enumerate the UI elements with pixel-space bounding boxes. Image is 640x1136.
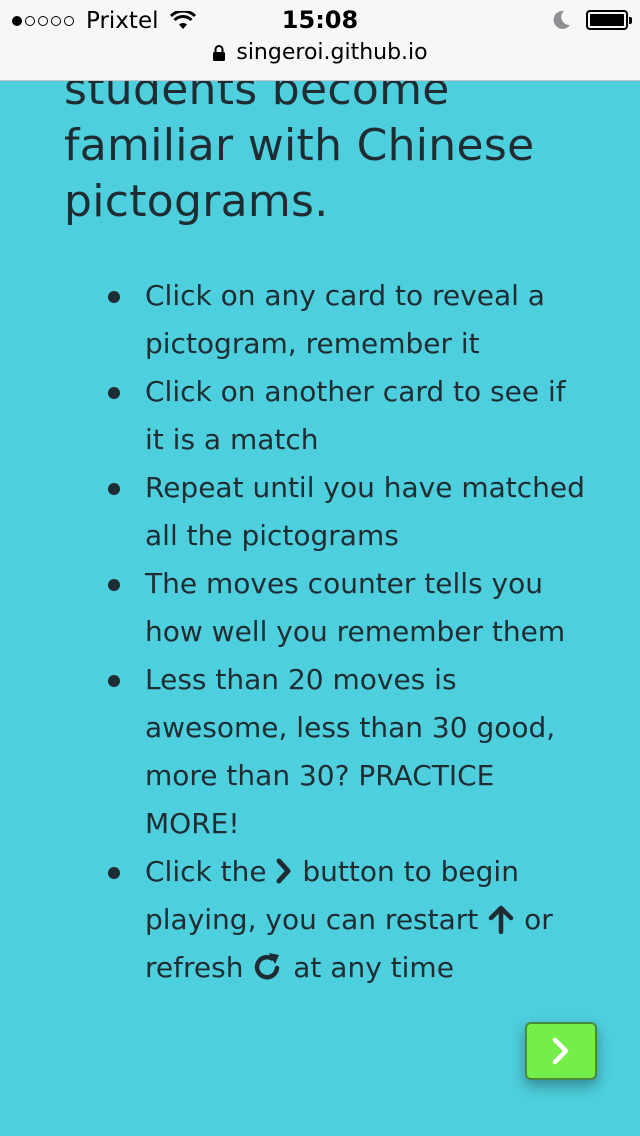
- list-item: The moves counter tells you how well you…: [108, 560, 585, 656]
- rule-text: Click on another card to see if it is a …: [145, 375, 566, 456]
- status-time: 15:08: [281, 6, 359, 34]
- list-item: Click the button to begin playing, you c…: [108, 848, 585, 992]
- chevron-right-icon: [276, 858, 291, 884]
- list-item: Less than 20 moves is awesome, less than…: [108, 656, 585, 848]
- rule-text: Click the: [145, 855, 267, 888]
- rule-text: The moves counter tells you how well you…: [145, 567, 566, 648]
- moon-icon: [553, 10, 570, 29]
- list-item: Click on another card to see if it is a …: [108, 368, 585, 464]
- rule-text: Less than 20 moves is awesome, less than…: [145, 663, 556, 840]
- heading-line: familiar with Chinese: [64, 120, 535, 171]
- rule-text: at any time: [293, 951, 454, 984]
- arrow-up-icon: [488, 905, 514, 934]
- status-bar: Prixtel 15:08 singeroi.github.io: [0, 0, 640, 81]
- rule-text: Repeat until you have matched all the pi…: [145, 471, 585, 552]
- lock-icon: [213, 44, 226, 61]
- url-text: singeroi.github.io: [236, 40, 428, 65]
- instructions-list: Click on any card to reveal a pictogram,…: [108, 272, 585, 992]
- list-item: Repeat until you have matched all the pi…: [108, 464, 585, 560]
- next-button[interactable]: [525, 1022, 597, 1080]
- heading-line: pictograms.: [64, 176, 329, 227]
- refresh-icon: [255, 953, 280, 980]
- page-heading: students become familiar with Chinese pi…: [64, 62, 624, 230]
- battery-icon: [586, 10, 632, 30]
- list-item: Click on any card to reveal a pictogram,…: [108, 272, 585, 368]
- chevron-right-icon: [552, 1037, 569, 1065]
- rule-text: Click on any card to reveal a pictogram,…: [145, 279, 545, 360]
- url-bar[interactable]: singeroi.github.io: [0, 40, 640, 65]
